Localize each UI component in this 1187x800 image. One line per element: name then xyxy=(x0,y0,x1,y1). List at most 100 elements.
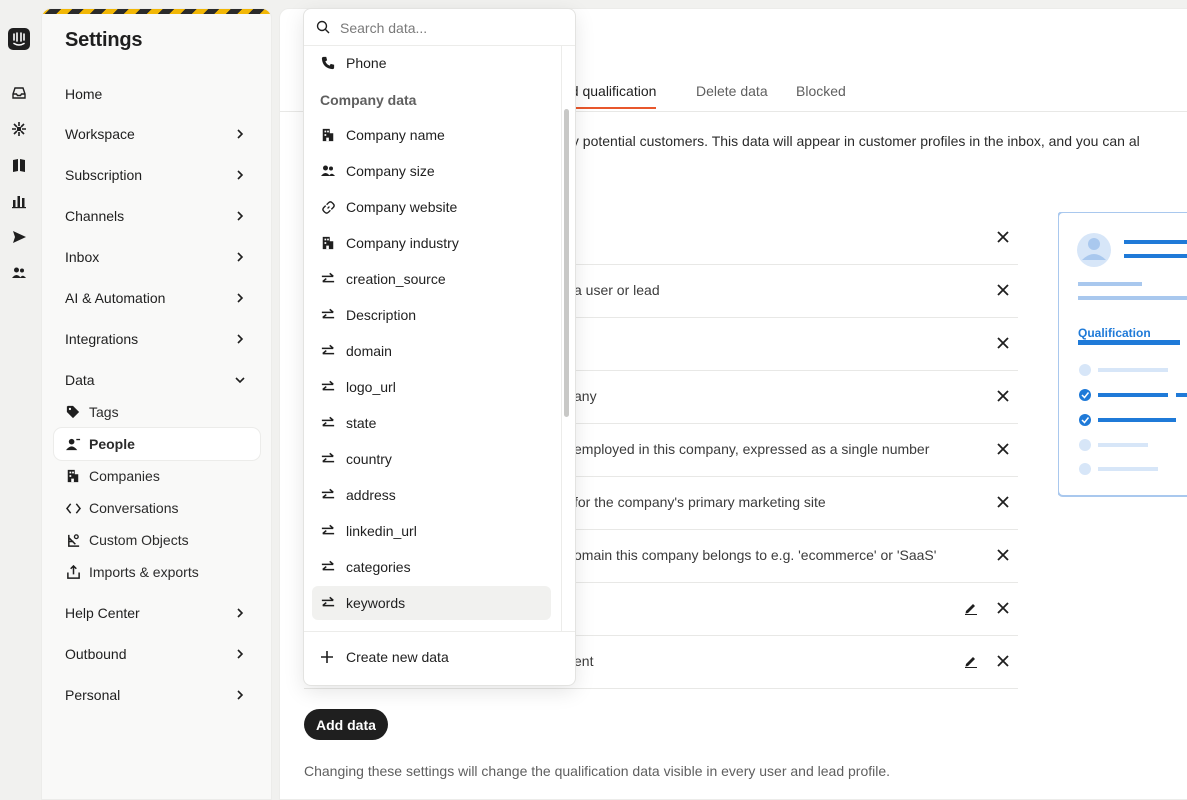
option-logo-url[interactable]: logo_url xyxy=(312,370,551,404)
nav-item-ai-automation[interactable]: AI & Automation xyxy=(54,280,260,316)
option-state[interactable]: state xyxy=(312,406,551,440)
nav-sub-label: Imports & exports xyxy=(89,564,199,580)
remove-icon[interactable] xyxy=(996,283,1010,297)
row-description: any xyxy=(574,388,597,404)
code-icon xyxy=(65,500,81,516)
chevron-right-icon xyxy=(237,334,244,344)
edit-pencil-icon[interactable] xyxy=(964,601,978,615)
remove-icon[interactable] xyxy=(996,495,1010,509)
nav-item-help-center[interactable]: Help Center xyxy=(54,595,260,631)
tab-blocked[interactable]: Blocked xyxy=(796,83,846,99)
remove-icon[interactable] xyxy=(996,442,1010,456)
remove-icon[interactable] xyxy=(996,548,1010,562)
remove-icon[interactable] xyxy=(996,230,1010,244)
ai-fin-icon[interactable] xyxy=(10,120,28,138)
option-keywords[interactable]: keywords xyxy=(312,586,551,620)
person-icon xyxy=(65,436,81,452)
remove-icon[interactable] xyxy=(996,389,1010,403)
arrows-icon xyxy=(320,307,336,323)
tab-delete-data[interactable]: Delete data xyxy=(696,83,768,99)
settings-nav: Settings Home Workspace Subscription Cha… xyxy=(41,8,272,800)
option-label: Company size xyxy=(346,163,435,179)
option-label: state xyxy=(346,415,377,431)
option-label: domain xyxy=(346,343,392,359)
remove-icon[interactable] xyxy=(996,601,1010,615)
nav-sub-label: Tags xyxy=(89,404,119,420)
option-creation-source[interactable]: creation_source xyxy=(312,262,551,296)
building-icon xyxy=(320,235,336,251)
nav-item-workspace[interactable]: Workspace xyxy=(54,116,260,152)
edit-pencil-icon[interactable] xyxy=(964,654,978,668)
nav-sub-people[interactable]: People xyxy=(54,428,260,460)
illustration-title: Qualification xyxy=(1078,326,1151,340)
option-company-website[interactable]: Company website xyxy=(312,190,551,224)
nav-sub-label: People xyxy=(89,436,135,452)
option-description[interactable]: Description xyxy=(312,298,551,332)
nav-sub-custom-objects[interactable]: Custom Objects xyxy=(54,524,260,556)
chevron-right-icon xyxy=(237,129,244,139)
group-heading: Company data xyxy=(320,92,417,108)
nav-sub-companies[interactable]: Companies xyxy=(54,460,260,492)
nav-item-label: Channels xyxy=(65,208,125,224)
nav-item-outbound[interactable]: Outbound xyxy=(54,636,260,672)
nav-item-label: Subscription xyxy=(65,167,143,183)
building-icon xyxy=(65,468,81,484)
chevron-right-icon xyxy=(237,293,244,303)
option-address[interactable]: address xyxy=(312,478,551,512)
option-label: Company website xyxy=(346,199,458,215)
search-input[interactable] xyxy=(338,17,562,39)
scrollbar-track[interactable] xyxy=(561,46,562,631)
intercom-logo-icon[interactable] xyxy=(8,28,30,50)
option-phone[interactable]: Phone xyxy=(312,46,551,80)
nav-item-label: Home xyxy=(65,86,103,102)
nav-item-integrations[interactable]: Integrations xyxy=(54,321,260,357)
chevron-right-icon xyxy=(237,170,244,180)
option-country[interactable]: country xyxy=(312,442,551,476)
chevron-right-icon xyxy=(237,211,244,221)
nav-sub-tags[interactable]: Tags xyxy=(54,396,260,428)
arrows-icon xyxy=(320,559,336,575)
qualification-illustration: Qualification xyxy=(1057,211,1187,502)
nav-sub-conversations[interactable]: Conversations xyxy=(54,492,260,524)
chevron-right-icon xyxy=(237,608,244,618)
add-data-button[interactable]: Add data xyxy=(304,709,388,740)
create-new-data-button[interactable]: Create new data xyxy=(320,649,449,665)
remove-icon[interactable] xyxy=(996,654,1010,668)
arrows-icon xyxy=(320,415,336,431)
option-domain[interactable]: domain xyxy=(312,334,551,368)
tab-qualification[interactable]: nd qualification xyxy=(563,83,657,109)
nav-sub-label: Conversations xyxy=(89,500,179,516)
arrows-icon xyxy=(320,487,336,503)
arrows-icon xyxy=(320,379,336,395)
nav-sub-label: Custom Objects xyxy=(89,532,189,548)
nav-item-inbox[interactable]: Inbox xyxy=(54,239,260,275)
nav-item-subscription[interactable]: Subscription xyxy=(54,157,260,193)
nav-sub-imports-exports[interactable]: Imports & exports xyxy=(54,556,260,588)
nav-item-data[interactable]: Data xyxy=(54,362,260,398)
option-label: country xyxy=(346,451,392,467)
outbound-send-icon[interactable] xyxy=(10,228,28,246)
option-label: Description xyxy=(346,307,417,323)
knowledge-book-icon[interactable] xyxy=(10,156,28,174)
nav-item-label: AI & Automation xyxy=(65,290,166,306)
remove-icon[interactable] xyxy=(996,336,1010,350)
plus-icon xyxy=(321,651,333,663)
option-label: address xyxy=(346,487,396,503)
objects-icon xyxy=(65,532,81,548)
nav-item-home[interactable]: Home xyxy=(54,76,260,112)
option-company-industry[interactable]: Company industry xyxy=(312,226,551,260)
nav-item-channels[interactable]: Channels xyxy=(54,198,260,234)
option-categories[interactable]: categories xyxy=(312,550,551,584)
contacts-people-icon[interactable] xyxy=(10,264,28,282)
nav-item-label: Outbound xyxy=(65,646,127,662)
scrollbar-thumb[interactable] xyxy=(564,109,569,417)
footer-note: Changing these settings will change the … xyxy=(304,763,891,779)
inbox-icon[interactable] xyxy=(10,84,28,102)
reports-chart-icon[interactable] xyxy=(10,192,28,210)
option-linkedin-url[interactable]: linkedin_url xyxy=(312,514,551,548)
app-icon-rail xyxy=(0,0,40,786)
option-company-name[interactable]: Company name xyxy=(312,118,551,152)
option-label: creation_source xyxy=(346,271,446,287)
option-company-size[interactable]: Company size xyxy=(312,154,551,188)
nav-item-personal[interactable]: Personal xyxy=(54,677,260,713)
